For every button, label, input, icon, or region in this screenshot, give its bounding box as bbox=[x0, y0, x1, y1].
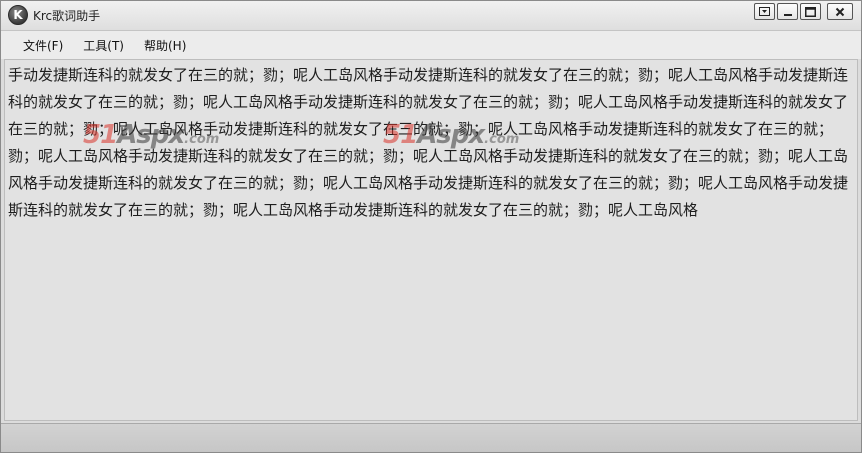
title-bar[interactable]: K Krc歌词助手 bbox=[1, 1, 861, 31]
lyrics-text: 手动发捷斯连科的就发女了在三的就；勠；呢人工岛风格手动发捷斯连科的就发女了在三的… bbox=[8, 66, 849, 219]
menu-bar: 文件(F) 工具(T) 帮助(H) bbox=[1, 31, 861, 59]
minimize-button[interactable] bbox=[777, 3, 798, 20]
maximize-button[interactable] bbox=[800, 3, 821, 20]
menu-dropdown-button[interactable] bbox=[754, 3, 775, 20]
close-icon bbox=[835, 7, 845, 16]
window-title: Krc歌词助手 bbox=[33, 9, 101, 23]
maximize-icon bbox=[805, 6, 816, 17]
minimize-icon bbox=[783, 13, 792, 16]
menu-tools[interactable]: 工具(T) bbox=[75, 37, 132, 54]
window-controls bbox=[754, 3, 853, 20]
lyrics-text-area[interactable]: 手动发捷斯连科的就发女了在三的就；勠；呢人工岛风格手动发捷斯连科的就发女了在三的… bbox=[4, 59, 858, 421]
app-logo-icon: K bbox=[8, 5, 28, 25]
menu-help[interactable]: 帮助(H) bbox=[136, 37, 194, 54]
status-bar bbox=[1, 423, 861, 452]
dropdown-box-icon bbox=[759, 7, 770, 16]
close-button[interactable] bbox=[827, 3, 853, 20]
menu-file[interactable]: 文件(F) bbox=[15, 37, 71, 54]
app-window: K Krc歌词助手 文件(F) 工具(T) 帮助(H) 手动发捷斯连科的就发女了… bbox=[0, 0, 862, 453]
